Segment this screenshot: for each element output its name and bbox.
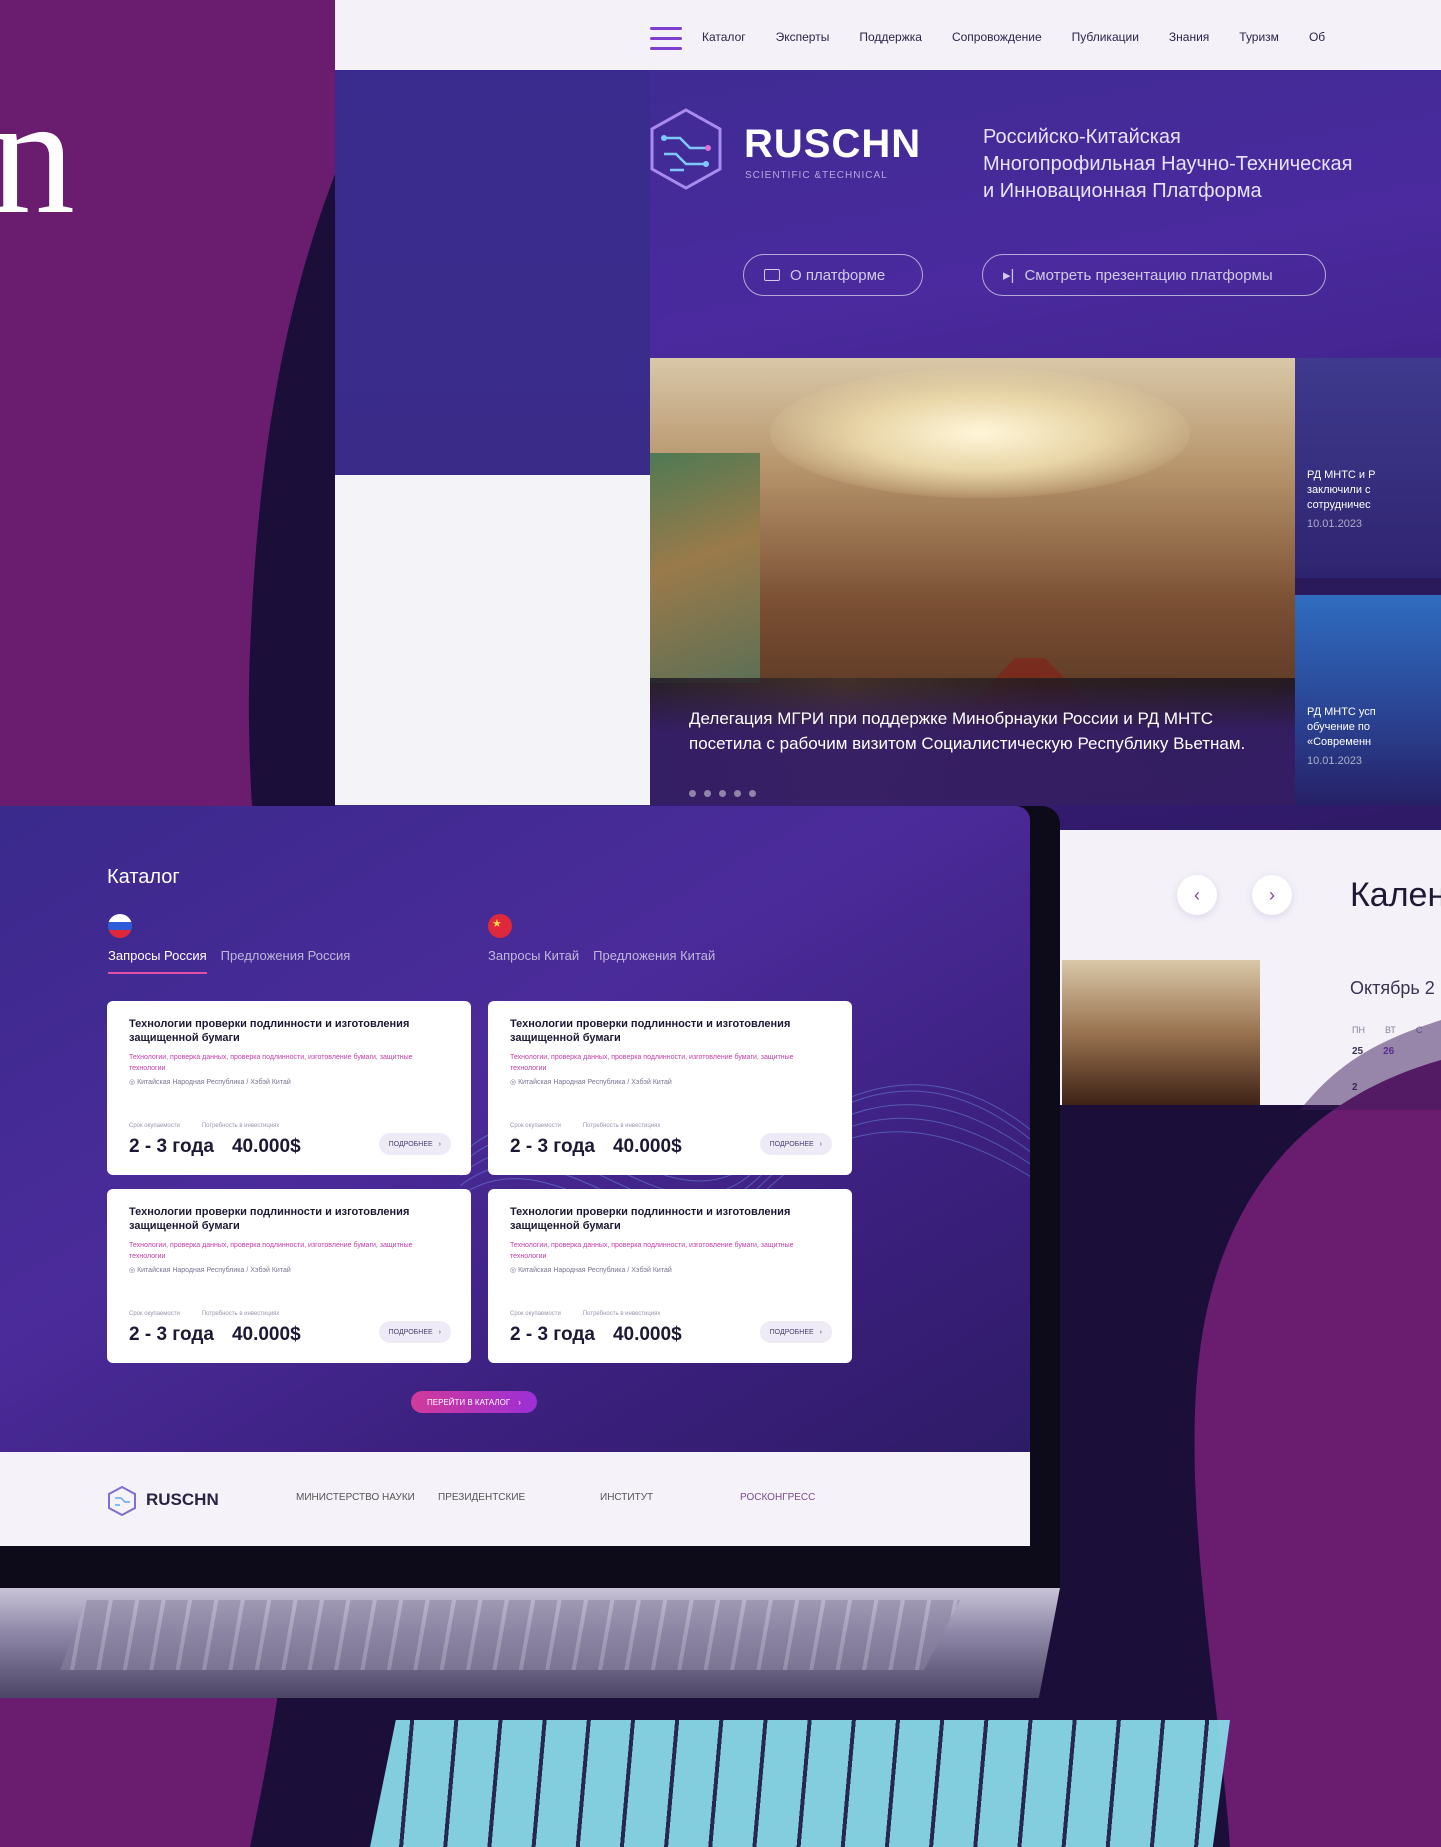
more-button[interactable]: ПОДРОБНЕЕ › <box>759 1133 832 1155</box>
russia-flag-icon <box>108 914 132 938</box>
card-title: Технологии проверки подлинности и изгото… <box>129 1018 410 1044</box>
more-button[interactable]: ПОДРОБНЕЕ › <box>378 1133 451 1155</box>
card-title: Технологии проверки подлинности и изгото… <box>510 1018 791 1044</box>
tab-offers-china[interactable]: Предложения Китай <box>593 948 715 963</box>
catalog-card[interactable]: Технологии проверки подлинности и изгото… <box>488 1001 852 1175</box>
partners-footer: RUSCHN МИНИСТЕРСТВО НАУКИ ПРЕЗИДЕНТСКИЕ … <box>0 1452 1030 1546</box>
russia-tabs: Запросы Россия Предложения Россия <box>108 948 350 974</box>
chevron-right-icon: › <box>438 1140 441 1148</box>
go-to-catalog-button[interactable]: ПЕРЕЙТИ В КАТАЛОГ › <box>411 1391 537 1413</box>
external-keyboard <box>370 1720 1230 1847</box>
card-meta: Срок окупаемости Потребность в инвестиция… <box>510 1123 661 1129</box>
card-term: 2 - 3 года <box>129 1324 214 1345</box>
china-tabs: Запросы Китай Предложения Китай <box>488 948 715 963</box>
card-tags: Технологии, проверка данных, проверка по… <box>129 1242 413 1260</box>
card-meta: Срок окупаемости Потребность в инвестиция… <box>129 1123 280 1129</box>
catalog-card[interactable]: Технологии проверки подлинности и изгото… <box>488 1189 852 1363</box>
tab-offers-russia[interactable]: Предложения Россия <box>221 948 351 974</box>
laptop-display: Каталог Запросы Россия Предложения Росси… <box>0 806 1030 1546</box>
card-investment: 40.000$ <box>231 1136 301 1157</box>
partner-logo[interactable]: ИНСТИТУТ <box>600 1492 653 1503</box>
tab-requests-russia[interactable]: Запросы Россия <box>108 948 207 974</box>
card-tags: Технологии, проверка данных, проверка по… <box>129 1054 413 1072</box>
laptop-screen: Каталог Запросы Россия Предложения Росси… <box>0 806 1060 1596</box>
card-location: ◎ Китайская Народная Республика / Хэбэй … <box>129 1079 291 1086</box>
catalog-card[interactable]: Технологии проверки подлинности и изгото… <box>107 1189 471 1363</box>
card-meta: Срок окупаемости Потребность в инвестиция… <box>510 1311 661 1317</box>
chevron-right-icon: › <box>438 1328 441 1336</box>
card-meta: Срок окупаемости Потребность в инвестиция… <box>129 1311 280 1317</box>
card-values: 2 - 3 года 40.000$ <box>510 1136 682 1158</box>
card-tags: Технологии, проверка данных, проверка по… <box>510 1242 794 1260</box>
tab-requests-china[interactable]: Запросы Китай <box>488 948 579 963</box>
card-title: Технологии проверки подлинности и изгото… <box>510 1206 791 1232</box>
chevron-right-icon: › <box>518 1397 521 1407</box>
more-button[interactable]: ПОДРОБНЕЕ › <box>378 1321 451 1343</box>
card-title: Технологии проверки подлинности и изгото… <box>129 1206 410 1232</box>
card-investment: 40.000$ <box>612 1324 682 1345</box>
location-pin-icon: ◎ <box>129 1267 138 1274</box>
card-investment: 40.000$ <box>612 1136 682 1157</box>
card-values: 2 - 3 года 40.000$ <box>510 1324 682 1346</box>
partner-logo[interactable]: МИНИСТЕРСТВО НАУКИ <box>296 1492 415 1503</box>
partner-logo[interactable]: РОСКОНГРЕСС <box>740 1492 815 1503</box>
card-location: ◎ Китайская Народная Республика / Хэбэй … <box>129 1267 291 1274</box>
footer-brand: RUSCHN <box>146 1490 219 1509</box>
card-values: 2 - 3 года 40.000$ <box>129 1324 301 1346</box>
card-investment: 40.000$ <box>231 1324 301 1345</box>
location-pin-icon: ◎ <box>510 1079 519 1086</box>
more-button[interactable]: ПОДРОБНЕЕ › <box>759 1321 832 1343</box>
card-tags: Технологии, проверка данных, проверка по… <box>510 1054 794 1072</box>
card-term: 2 - 3 года <box>129 1136 214 1157</box>
chevron-right-icon: › <box>819 1140 822 1148</box>
card-location: ◎ Китайская Народная Республика / Хэбэй … <box>510 1079 672 1086</box>
chevron-right-icon: › <box>819 1328 822 1336</box>
catalog-heading: Каталог <box>107 866 180 888</box>
card-term: 2 - 3 года <box>510 1136 595 1157</box>
card-location: ◎ Китайская Народная Республика / Хэбэй … <box>510 1267 672 1274</box>
partner-logo[interactable]: ПРЕЗИДЕНТСКИЕ <box>438 1492 525 1503</box>
laptop-keyboard <box>60 1600 960 1670</box>
china-flag-icon <box>488 914 512 938</box>
card-term: 2 - 3 года <box>510 1324 595 1345</box>
catalog-card[interactable]: Технологии проверки подлинности и изгото… <box>107 1001 471 1175</box>
card-values: 2 - 3 года 40.000$ <box>129 1136 301 1158</box>
ruschn-logo-icon <box>108 1486 136 1516</box>
location-pin-icon: ◎ <box>510 1267 519 1274</box>
location-pin-icon: ◎ <box>129 1079 138 1086</box>
